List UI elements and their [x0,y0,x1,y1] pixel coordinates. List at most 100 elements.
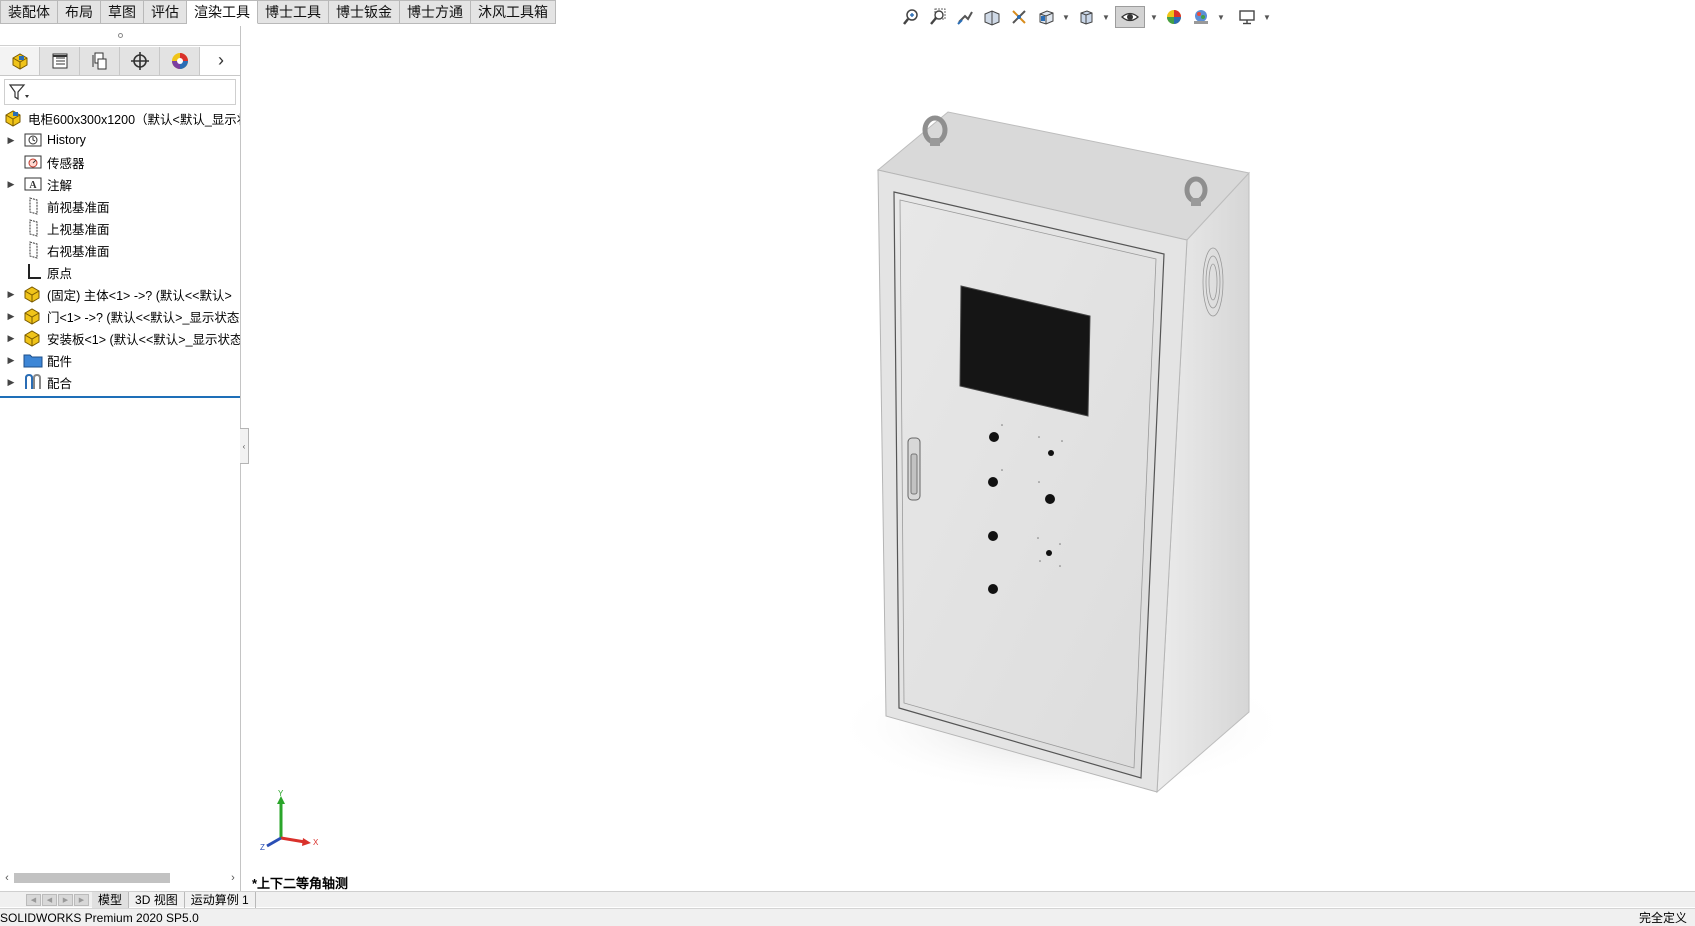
tab-layout[interactable]: 布局 [58,0,101,24]
display-style-icon[interactable] [1075,6,1097,28]
tree-item-right-plane[interactable]: 右视基准面 [0,239,240,261]
view-settings-icon[interactable] [1236,6,1258,28]
zoom-to-area-icon[interactable] [927,6,949,28]
hide-show-dropdown-icon[interactable]: ▼ [1150,6,1158,28]
scroll-thumb[interactable] [14,873,170,883]
tree-item-body-part[interactable]: ▶ (固定) 主体<1> ->? (默认<<默认> [0,283,240,305]
tree-root-assembly[interactable]: 电柜600x300x1200（默认<默认_显示状 [0,107,240,129]
folder-icon [22,351,44,369]
expand-arrow-icon[interactable]: ▶ [0,289,22,300]
tab-mufeng-toolbox[interactable]: 沐风工具箱 [471,0,556,24]
feature-manager-icon [12,52,27,70]
history-icon [22,131,44,149]
tree-item-mounting-plate[interactable]: ▶ 安装板<1> (默认<<默认>_显示状态 [0,327,240,349]
expand-arrow-icon[interactable]: ▶ [0,333,22,344]
configuration-manager-tab[interactable] [80,46,120,75]
last-tab-icon[interactable]: ▶ [74,893,89,906]
tree-item-label: History [47,133,86,147]
door-handle[interactable] [907,437,921,501]
edit-appearance-icon[interactable] [1163,6,1185,28]
tree-item-label: 安装板<1> (默认<<默认>_显示状态 [47,332,240,347]
product-version: SOLIDWORKS Premium 2020 SP5.0 [0,910,199,925]
tab-doctor-sheetmetal[interactable]: 博士钣金 [329,0,400,24]
filter-field[interactable] [4,79,236,105]
expand-arrow-icon[interactable]: ▶ [0,311,22,322]
view-settings-dropdown-icon[interactable]: ▼ [1263,6,1271,28]
definition-status[interactable]: 完全定义 [1639,909,1687,926]
tree-item-label: 前视基准面 [47,200,110,215]
tree-item-label: 注解 [47,178,73,193]
tab-model[interactable]: 模型 [92,891,130,908]
tree-item-mates[interactable]: ▶ 配合 [0,371,240,393]
scroll-left-icon[interactable]: ‹ [0,872,14,884]
next-tab-icon[interactable]: ▶ [58,893,73,906]
cabinet-door[interactable] [893,191,1165,779]
bottom-tab-bar: ◀ ◀ ▶ ▶ 模型 3D 视图 运动算例 1 [0,891,1695,908]
tab-motion-study[interactable]: 运动算例 1 [185,891,256,908]
scroll-right-icon[interactable]: › [226,872,240,884]
tree-item-label: 原点 [47,266,73,281]
panel-grip[interactable] [0,26,240,46]
display-manager-tab[interactable] [160,46,200,75]
property-manager-tab[interactable] [40,46,80,75]
view-orientation-icon[interactable] [1035,6,1057,28]
tree-item-label: 右视基准面 [47,244,110,259]
tree-horizontal-scrollbar[interactable]: ‹ › [0,870,240,886]
apply-scene-dropdown-icon[interactable]: ▼ [1217,6,1225,28]
electric-cabinet-model [832,111,1292,796]
manager-tabs: › [0,46,240,76]
svg-text:A: A [29,180,37,191]
plane-icon [22,197,44,215]
display-style-dropdown-icon[interactable]: ▼ [1102,6,1110,28]
expand-arrow-icon[interactable]: ▶ [0,355,22,366]
tab-assembly[interactable]: 装配体 [0,0,58,24]
tree-item-origin[interactable]: 原点 [0,261,240,283]
feature-manager-panel: › 电柜600x300x1200（默认<默认_显示状 ▶ History 传感器 [0,26,241,892]
grip-dot-icon [117,33,123,38]
filter-icon [8,84,29,101]
tree-item-top-plane[interactable]: 上视基准面 [0,217,240,239]
tree-item-sensors[interactable]: 传感器 [0,151,240,173]
prev-tab-icon[interactable]: ◀ [42,893,57,906]
tree-item-accessories[interactable]: ▶ 配件 [0,349,240,371]
rollback-bar[interactable] [0,396,240,398]
hide-show-items-icon[interactable] [1115,6,1145,28]
section-view-icon[interactable] [981,6,1003,28]
part-icon [22,307,44,325]
scroll-track[interactable] [14,872,226,884]
origin-icon [22,263,44,281]
tree-item-label: 配合 [47,376,73,391]
tree-root-label: 电柜600x300x1200（默认<默认_显示状 [28,112,240,127]
first-tab-icon[interactable]: ◀ [26,893,41,906]
dimxpert-manager-tab[interactable] [120,46,160,75]
more-tabs-chevron-icon[interactable]: › [202,47,240,75]
tab-3d-views[interactable]: 3D 视图 [129,891,185,908]
previous-view-icon[interactable] [954,6,976,28]
dynamic-annotation-icon[interactable] [1008,6,1030,28]
view-orientation-dropdown-icon[interactable]: ▼ [1062,6,1070,28]
tree-item-history[interactable]: ▶ History [0,129,240,151]
expand-arrow-icon[interactable]: ▶ [0,179,22,190]
tree-item-front-plane[interactable]: 前视基准面 [0,195,240,217]
tab-doctor-tube[interactable]: 博士方通 [400,0,471,24]
annotation-icon: A [22,175,44,193]
expand-arrow-icon[interactable]: ▶ [0,135,22,146]
apply-scene-icon[interactable] [1190,6,1212,28]
graphics-area[interactable] [242,26,1695,892]
zoom-to-fit-icon[interactable] [900,6,922,28]
tree-item-label: (固定) 主体<1> ->? (默认<<默认> [47,288,232,303]
expand-arrow-icon[interactable]: ▶ [0,377,22,388]
part-icon [22,329,44,347]
tab-sketch[interactable]: 草图 [101,0,144,24]
feature-manager-tab[interactable] [0,46,40,75]
part-icon [22,285,44,303]
tree-item-annotations[interactable]: ▶ A 注解 [0,173,240,195]
coordinate-triad: Y X Z [255,789,325,852]
tab-render-tools[interactable]: 渲染工具 [187,0,258,24]
tab-doctor-tools[interactable]: 博士工具 [258,0,329,24]
solidworks-window: 装配体 布局 草图 评估 渲染工具 博士工具 博士钣金 博士方通 沐风工具箱 ▼ [0,0,1695,926]
tree-item-door-part[interactable]: ▶ 门<1> ->? (默认<<默认>_显示状态 [0,305,240,327]
tree-item-label: 配件 [47,354,73,369]
tab-evaluate[interactable]: 评估 [144,0,187,24]
feature-tree: 电柜600x300x1200（默认<默认_显示状 ▶ History 传感器 ▶… [0,107,240,398]
